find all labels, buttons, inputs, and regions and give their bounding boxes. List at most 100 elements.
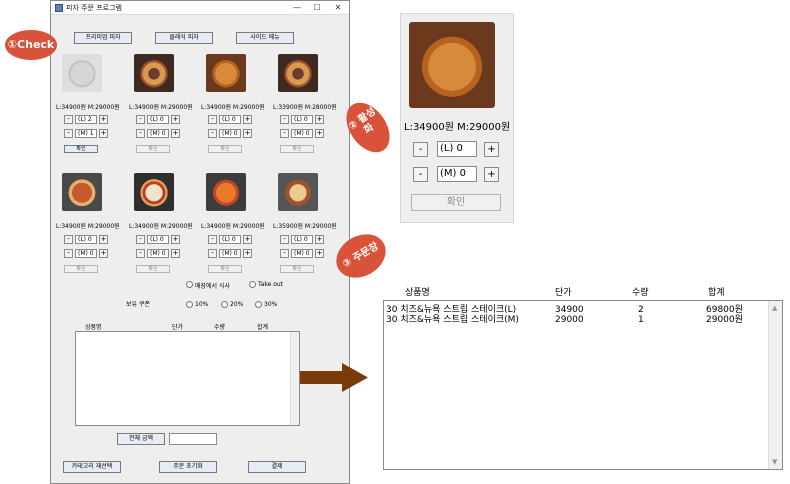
minus-button[interactable]: -	[64, 129, 73, 138]
plus-button[interactable]: +	[243, 129, 252, 138]
zoomed-plus-button[interactable]: +	[484, 142, 499, 157]
confirm-button[interactable]: 확인	[64, 265, 98, 273]
qty-m-field[interactable]: (M) 1	[75, 129, 97, 138]
confirm-button[interactable]: 확인	[208, 145, 242, 153]
plus-button[interactable]: +	[243, 249, 252, 258]
pizza-image-3[interactable]	[206, 54, 246, 92]
dine-in-radio[interactable]	[186, 281, 193, 288]
order-list-box[interactable]: 30 치즈&뉴욕 스트립 스테이크(L) 34900 2 69800원 30 치…	[383, 300, 783, 470]
qty-m-field[interactable]: (M) 0	[147, 249, 169, 258]
maximize-button[interactable]: ☐	[307, 1, 327, 14]
confirm-button[interactable]: 확인	[136, 145, 170, 153]
plus-button[interactable]: +	[315, 249, 324, 258]
minus-button[interactable]: -	[136, 115, 145, 124]
minus-button[interactable]: -	[208, 115, 217, 124]
qty-m-field[interactable]: (M) 0	[291, 249, 313, 258]
plus-button[interactable]: +	[315, 235, 324, 244]
qty-l-field[interactable]: (L) 0	[291, 115, 313, 124]
minus-button[interactable]: -	[136, 235, 145, 244]
plus-button[interactable]: +	[99, 235, 108, 244]
minus-button[interactable]: -	[280, 115, 289, 124]
header-product: 상품명	[85, 324, 102, 331]
qty-m-field[interactable]: (M) 0	[147, 129, 169, 138]
minus-button[interactable]: -	[136, 129, 145, 138]
minus-button[interactable]: -	[208, 129, 217, 138]
order-row-qty: 1	[638, 315, 644, 325]
pizza-image-7[interactable]	[206, 173, 246, 211]
scroll-down-icon[interactable]: ▼	[772, 458, 777, 466]
classic-pizza-button[interactable]: 클래식 피자	[155, 32, 213, 44]
zoomed-qty-m-field[interactable]: (M) 0	[437, 166, 477, 182]
order-list-area[interactable]	[75, 331, 300, 426]
zoomed-confirm-button[interactable]: 확인	[411, 194, 501, 211]
qty-m-field[interactable]: (M) 0	[75, 249, 97, 258]
qty-m-field[interactable]: (M) 0	[291, 129, 313, 138]
confirm-button[interactable]: 확인	[208, 265, 242, 273]
coupon-20-label: 20%	[230, 301, 244, 308]
order-scrollbar[interactable]: ▲ ▼	[768, 301, 782, 469]
plus-button[interactable]: +	[171, 235, 180, 244]
minus-button[interactable]: -	[208, 249, 217, 258]
qty-m-field[interactable]: (M) 0	[219, 249, 241, 258]
total-amount-field[interactable]	[169, 433, 217, 445]
minus-button[interactable]: -	[280, 249, 289, 258]
minus-button[interactable]: -	[280, 129, 289, 138]
plus-button[interactable]: +	[99, 129, 108, 138]
plus-button[interactable]: +	[315, 129, 324, 138]
qty-l-field[interactable]: (L) 0	[219, 115, 241, 124]
reset-order-button[interactable]: 주문 초기화	[159, 461, 217, 473]
zoomed-plus-button[interactable]: +	[484, 167, 499, 182]
qty-l-field[interactable]: (L) 0	[219, 235, 241, 244]
order-header-total: 합계	[708, 288, 725, 298]
plus-button[interactable]: +	[171, 115, 180, 124]
pizza-image-1[interactable]	[62, 54, 102, 92]
minus-button[interactable]: -	[280, 235, 289, 244]
pizza-image-4[interactable]	[278, 54, 318, 92]
side-menu-button[interactable]: 사이드 메뉴	[236, 32, 294, 44]
total-amount-button[interactable]: 전체 금액	[117, 433, 165, 445]
plus-button[interactable]: +	[315, 115, 324, 124]
pizza-image-2[interactable]	[134, 54, 174, 92]
qty-l-field[interactable]: (L) 2	[75, 115, 97, 124]
zoomed-minus-button[interactable]: -	[413, 142, 428, 157]
check-callout: ①Check	[5, 30, 57, 60]
plus-button[interactable]: +	[99, 115, 108, 124]
minus-button[interactable]: -	[64, 249, 73, 258]
coupon-10-label: 10%	[195, 301, 209, 308]
minus-button[interactable]: -	[64, 235, 73, 244]
zoomed-minus-button[interactable]: -	[413, 167, 428, 182]
plus-button[interactable]: +	[99, 249, 108, 258]
zoomed-pizza-image[interactable]	[409, 22, 495, 108]
payment-button[interactable]: 결제	[248, 461, 306, 473]
qty-l-field[interactable]: (L) 0	[147, 115, 169, 124]
close-button[interactable]: ✕	[328, 1, 348, 14]
premium-pizza-button[interactable]: 프리미엄 피자	[74, 32, 132, 44]
confirm-button[interactable]: 확인	[280, 145, 314, 153]
scroll-up-icon[interactable]: ▲	[772, 304, 777, 312]
minimize-button[interactable]: —	[287, 1, 307, 14]
plus-button[interactable]: +	[243, 115, 252, 124]
scrollbar[interactable]	[290, 332, 299, 425]
plus-button[interactable]: +	[243, 235, 252, 244]
take-out-radio[interactable]	[249, 281, 256, 288]
zoomed-qty-l-field[interactable]: (L) 0	[437, 141, 477, 157]
confirm-button[interactable]: 확인	[280, 265, 314, 273]
confirm-button[interactable]: 확인	[64, 145, 98, 153]
coupon-20-radio[interactable]	[221, 301, 228, 308]
qty-m-field[interactable]: (M) 0	[219, 129, 241, 138]
coupon-10-radio[interactable]	[186, 301, 193, 308]
minus-button[interactable]: -	[136, 249, 145, 258]
plus-button[interactable]: +	[171, 249, 180, 258]
pizza-image-8[interactable]	[278, 173, 318, 211]
qty-l-field[interactable]: (L) 0	[291, 235, 313, 244]
minus-button[interactable]: -	[208, 235, 217, 244]
qty-l-field[interactable]: (L) 0	[75, 235, 97, 244]
minus-button[interactable]: -	[64, 115, 73, 124]
confirm-button[interactable]: 확인	[136, 265, 170, 273]
pizza-image-5[interactable]	[62, 173, 102, 211]
coupon-30-radio[interactable]	[255, 301, 262, 308]
reselect-category-button[interactable]: 카테고리 재선택	[63, 461, 121, 473]
pizza-image-6[interactable]	[134, 173, 174, 211]
qty-l-field[interactable]: (L) 0	[147, 235, 169, 244]
plus-button[interactable]: +	[171, 129, 180, 138]
